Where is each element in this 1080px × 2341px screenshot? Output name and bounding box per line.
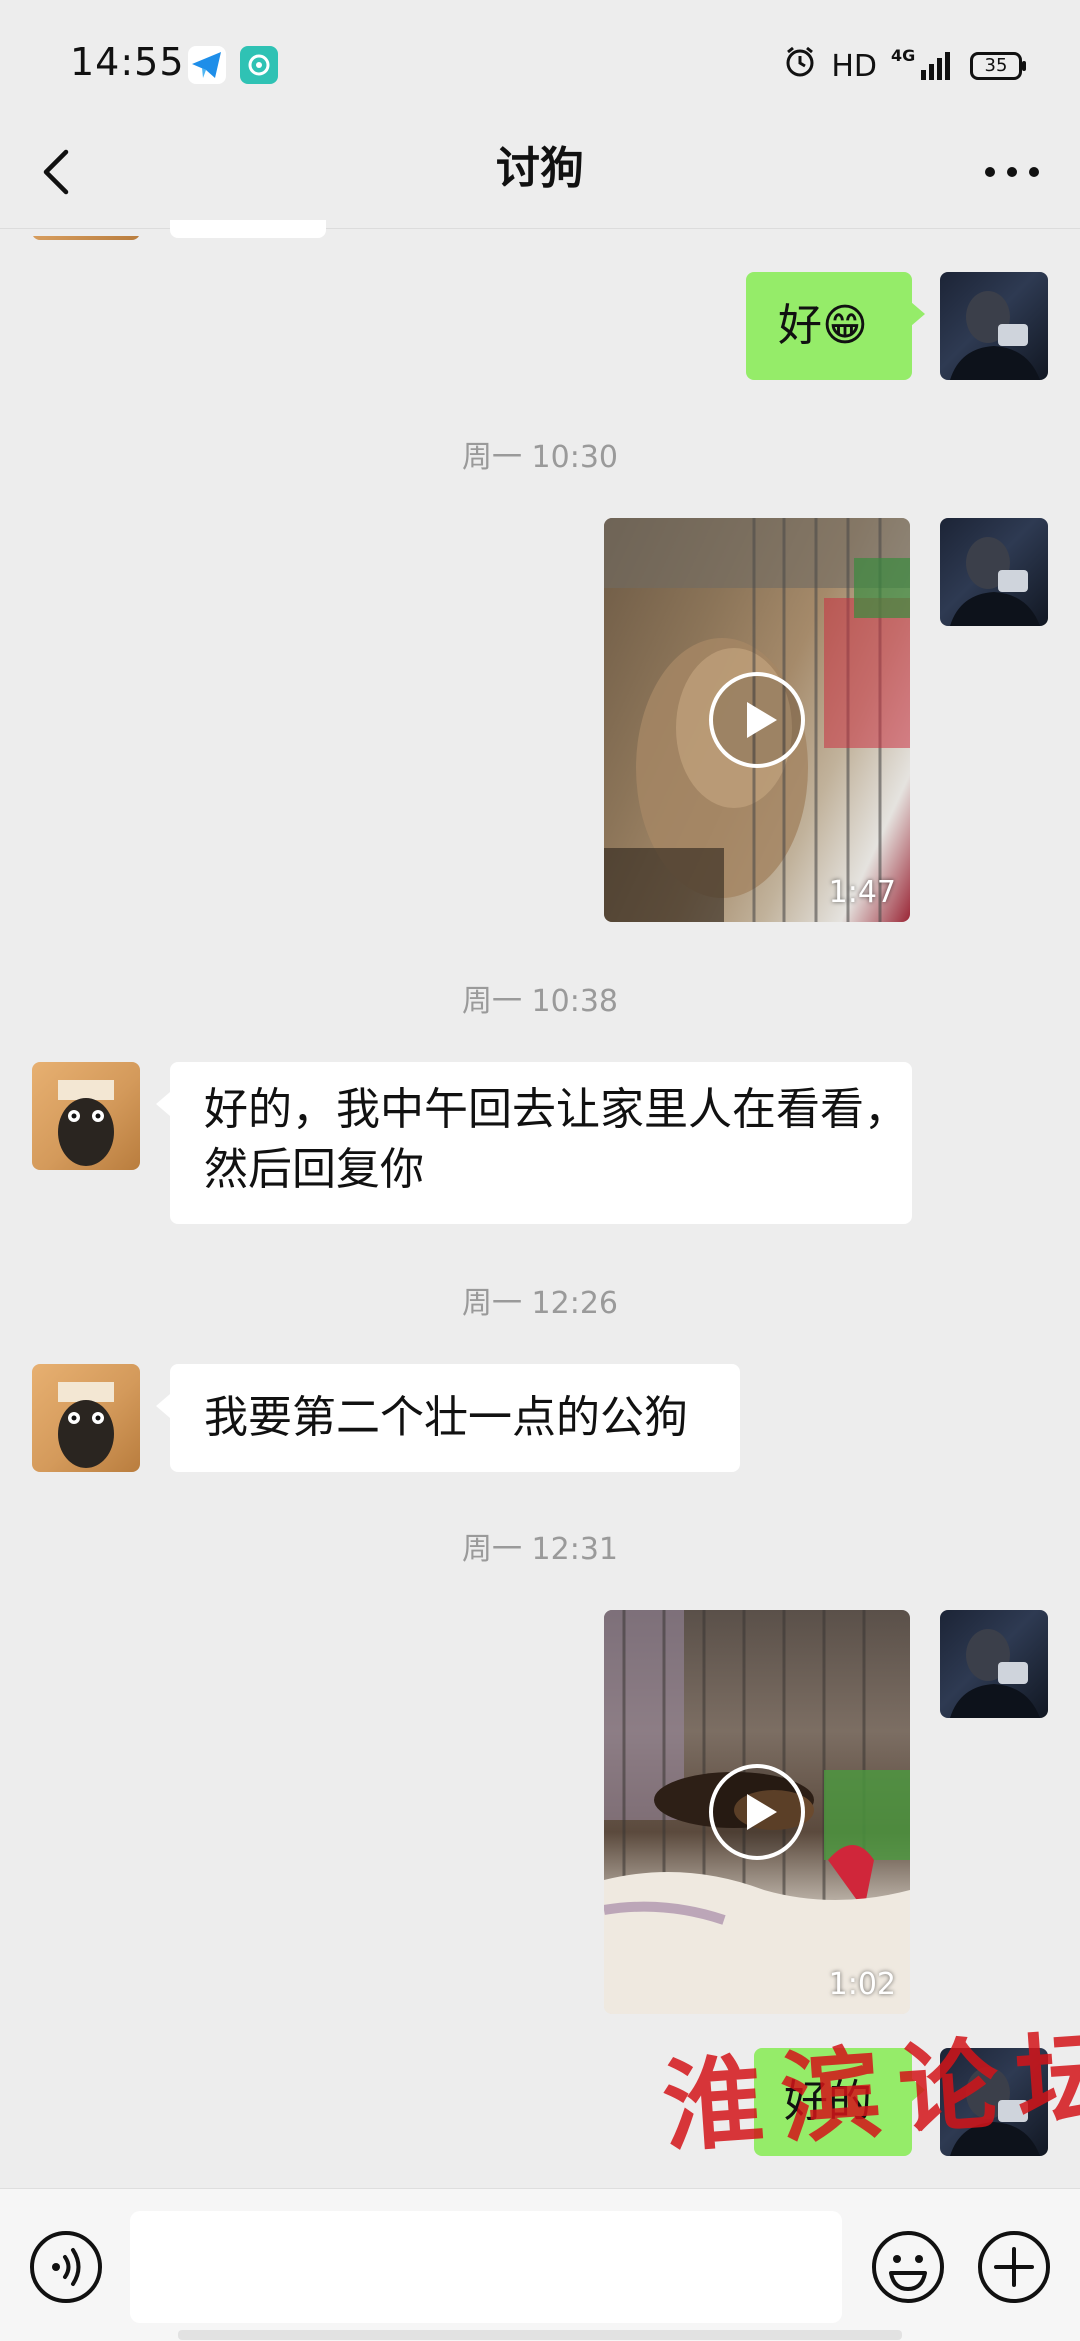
avatar[interactable] [940, 518, 1048, 626]
message-bubble[interactable]: 好的，我中午回去让家里人在看看， 然后回复你 [170, 1062, 912, 1224]
message-bubble[interactable]: 我要第二个壮一点的公狗 [170, 1364, 740, 1472]
status-time: 14:55 [70, 40, 185, 84]
plus-icon [978, 2231, 1050, 2303]
watermark: 淮滨论坛 [659, 2015, 1080, 2167]
timestamp: 周一 10:38 [462, 984, 618, 1019]
home-indicator[interactable] [178, 2330, 902, 2340]
video-duration: 1:47 [828, 875, 896, 910]
video-message[interactable]: 1:02 [604, 1610, 910, 2014]
message-text: 我要第二个壮一点的公狗 [204, 1392, 688, 1443]
message-bubble[interactable]: 好😁 [746, 272, 912, 380]
battery-icon: 35 [970, 52, 1026, 80]
voice-button[interactable] [28, 2229, 104, 2305]
avatar[interactable] [32, 1364, 140, 1472]
more-button[interactable] [972, 130, 1052, 210]
more-icon [985, 167, 1039, 177]
chat-title: 讨狗 [496, 143, 584, 194]
status-indicators: HD 4G 35 [783, 44, 1026, 88]
battery-level: 35 [984, 55, 1008, 76]
avatar[interactable] [32, 1062, 140, 1170]
play-icon[interactable] [707, 670, 807, 770]
app-icon [240, 46, 278, 84]
emoji-button[interactable] [870, 2229, 946, 2305]
play-icon[interactable] [707, 1762, 807, 1862]
input-bar [0, 2188, 1080, 2341]
plus-button[interactable] [976, 2229, 1052, 2305]
message-text-line: 好的，我中午回去让家里人在看看， [204, 1084, 908, 1135]
timestamp: 周一 12:31 [462, 1532, 618, 1567]
alarm-icon [783, 45, 817, 87]
timestamp: 周一 12:26 [462, 1286, 618, 1321]
message-input[interactable] [130, 2211, 842, 2323]
chat-header: 讨狗 [0, 110, 1080, 229]
signal-icon: 4G [891, 46, 950, 80]
video-duration: 1:02 [828, 1967, 896, 2002]
timestamp: 周一 10:30 [462, 440, 618, 475]
network-label: 4G [891, 46, 916, 65]
avatar[interactable] [940, 272, 1048, 380]
telegram-icon [188, 46, 226, 84]
emoji-icon [872, 2231, 944, 2303]
video-message[interactable]: 1:47 [604, 518, 910, 922]
avatar[interactable] [940, 1610, 1048, 1718]
voice-icon [30, 2231, 102, 2303]
message-text-line: 然后回复你 [204, 1144, 424, 1195]
message-text: 好😁 [778, 300, 868, 351]
hd-label: HD [831, 48, 877, 84]
